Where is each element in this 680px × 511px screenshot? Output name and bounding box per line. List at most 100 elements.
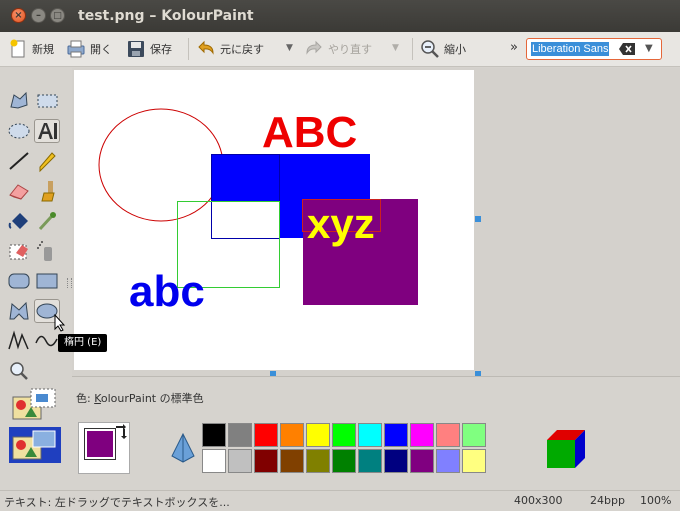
palette-swatch[interactable] xyxy=(306,449,330,473)
maximize-icon: □ xyxy=(53,11,62,21)
foreground-color-swatch[interactable] xyxy=(84,428,116,460)
new-document-icon xyxy=(10,39,25,58)
palette-swatch[interactable] xyxy=(332,449,356,473)
clear-text-icon[interactable] xyxy=(619,43,635,55)
text-tool[interactable] xyxy=(34,119,60,143)
redo-button[interactable]: やり直す xyxy=(304,36,372,62)
flood-fill-tool[interactable] xyxy=(6,209,32,233)
status-message: テキスト: 左ドラッグでテキストボックスを... xyxy=(4,496,230,509)
window-title: test.png – KolourPaint xyxy=(78,8,254,24)
status-bar: テキスト: 左ドラッグでテキストボックスを... 400x300 24bpp 1… xyxy=(0,490,680,511)
canvas-text-xyz: xyz xyxy=(307,200,375,247)
drawn-ellipse xyxy=(98,108,224,222)
save-disk-icon xyxy=(128,41,144,57)
minimize-icon: – xyxy=(36,10,41,21)
undo-arrow-icon xyxy=(198,40,214,55)
color-box-label: 色: KolourPaint の標準色 xyxy=(76,392,204,405)
palette-swatch[interactable] xyxy=(280,449,304,473)
minimize-window-button[interactable]: – xyxy=(31,8,46,23)
status-depth: 24bpp xyxy=(590,494,625,507)
palette-swatch[interactable] xyxy=(436,423,460,447)
canvas-text-abc-lower: abc xyxy=(129,267,205,316)
resize-handle-right[interactable] xyxy=(475,216,481,222)
tooltip: 楕円 (E) xyxy=(58,334,108,352)
selection-mode-opaque[interactable] xyxy=(9,385,61,421)
font-dropdown-icon[interactable]: ▼ xyxy=(645,43,653,54)
palette-swatch[interactable] xyxy=(358,449,382,473)
mouse-cursor-icon xyxy=(54,314,66,332)
redo-dropdown-icon[interactable]: ▼ xyxy=(392,43,399,53)
swap-colors-icon[interactable] xyxy=(113,423,129,439)
color-well[interactable] xyxy=(78,422,130,474)
title-bar: × – □ test.png – KolourPaint xyxy=(0,0,680,32)
palette-swatch[interactable] xyxy=(384,423,408,447)
palette-swatch[interactable] xyxy=(228,423,252,447)
connected-lines-tool[interactable] xyxy=(6,329,32,353)
open-printer-icon xyxy=(67,40,85,58)
color-cube-icon xyxy=(547,430,585,468)
text-tool-icon xyxy=(38,123,57,139)
undo-button[interactable]: 元に戻す xyxy=(196,36,264,62)
palette-swatch[interactable] xyxy=(202,423,226,447)
zoom-out-button[interactable]: 縮小 xyxy=(420,36,466,62)
font-family-input[interactable]: Liberation Sans xyxy=(531,42,610,56)
palette-swatch[interactable] xyxy=(410,423,434,447)
polygon-tool[interactable] xyxy=(6,299,32,323)
open-label: 開く xyxy=(90,43,112,56)
palette-swatch[interactable] xyxy=(254,423,278,447)
undo-dropdown-icon[interactable]: ▼ xyxy=(286,43,293,53)
close-window-button[interactable]: × xyxy=(11,8,26,23)
ellipse-select-tool[interactable] xyxy=(6,119,32,143)
toolbar-overflow-icon[interactable]: » xyxy=(510,40,518,55)
palette-swatch[interactable] xyxy=(410,449,434,473)
spraycan-tool[interactable] xyxy=(34,239,60,263)
palette-swatch[interactable] xyxy=(384,449,408,473)
rectangle-tool[interactable] xyxy=(34,269,60,293)
zoom-out-label: 縮小 xyxy=(444,43,466,56)
open-button[interactable]: 開く xyxy=(66,36,112,62)
close-icon: × xyxy=(14,10,23,21)
palette-swatch[interactable] xyxy=(254,449,278,473)
selection-mode-transparent[interactable] xyxy=(9,427,61,463)
rect-select-tool[interactable] xyxy=(34,89,60,113)
redo-label: やり直す xyxy=(328,43,372,56)
curve-tool[interactable] xyxy=(34,329,60,353)
toolbar-separator xyxy=(188,38,189,60)
maximize-window-button[interactable]: □ xyxy=(50,8,65,23)
line-tool[interactable] xyxy=(6,149,32,173)
color-picker-tool[interactable] xyxy=(34,209,60,233)
white-inner-rectangle xyxy=(212,201,280,238)
palette-swatch[interactable] xyxy=(280,423,304,447)
palette-swatch[interactable] xyxy=(462,449,486,473)
status-dimensions: 400x300 xyxy=(514,494,563,507)
palette-swatch[interactable] xyxy=(332,423,356,447)
new-button[interactable]: 新規 xyxy=(8,36,54,62)
zoom-tool[interactable] xyxy=(6,359,32,383)
palette-swatch[interactable] xyxy=(462,423,486,447)
zoom-out-icon xyxy=(421,40,439,58)
palette-swatch[interactable] xyxy=(228,449,252,473)
color-similarity-icon[interactable] xyxy=(168,432,198,464)
color-eraser-tool[interactable] xyxy=(6,239,32,263)
undo-label: 元に戻す xyxy=(220,43,264,56)
eraser-tool[interactable] xyxy=(6,179,32,203)
palette-swatch[interactable] xyxy=(436,449,460,473)
pencil-tool[interactable] xyxy=(34,149,60,173)
palette-swatch[interactable] xyxy=(306,423,330,447)
redo-arrow-icon xyxy=(306,40,322,55)
image-canvas[interactable]: ABC xyz abc xyxy=(74,70,474,370)
brush-tool[interactable] xyxy=(34,179,60,203)
font-family-combobox[interactable]: Liberation Sans ▼ xyxy=(526,38,662,60)
new-label: 新規 xyxy=(32,43,54,56)
canvas-text-abc-upper: ABC xyxy=(262,108,357,157)
rounded-rect-tool[interactable] xyxy=(6,269,32,293)
canvas-drawing: ABC xyz abc xyxy=(98,108,418,316)
free-form-select-tool[interactable] xyxy=(6,89,32,113)
save-button[interactable]: 保存 xyxy=(126,36,172,62)
status-zoom: 100% xyxy=(640,494,672,507)
canvas-splitter[interactable] xyxy=(72,376,680,383)
palette-swatch[interactable] xyxy=(202,449,226,473)
save-label: 保存 xyxy=(150,43,172,56)
toolbar-separator xyxy=(412,38,413,60)
palette-swatch[interactable] xyxy=(358,423,382,447)
